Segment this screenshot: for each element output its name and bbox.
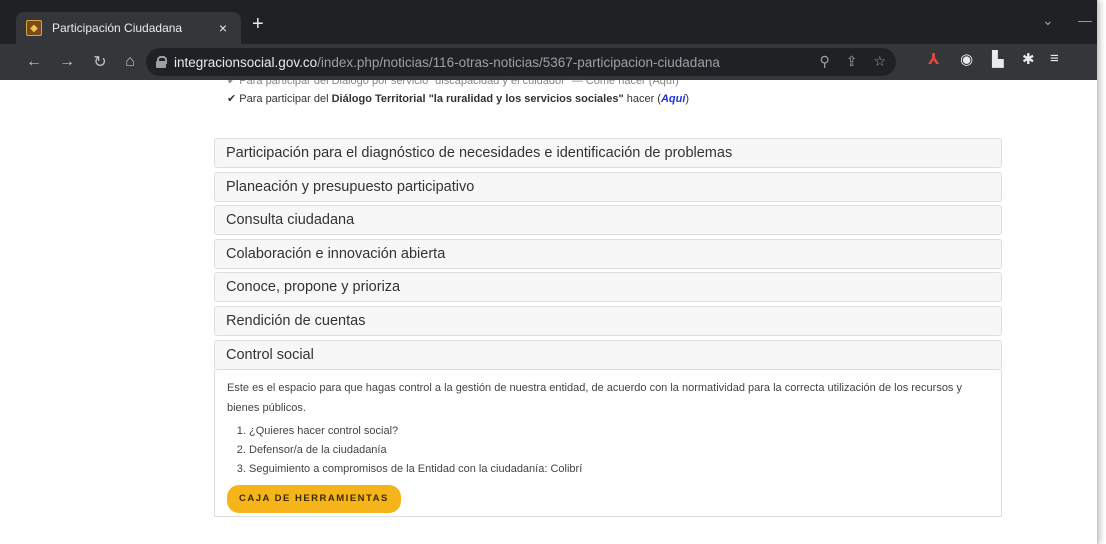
- accordion-panel-control-social: Este es el espacio para que hagas contro…: [214, 369, 1002, 517]
- page-content: ✔ Para participar del Diálogo por servic…: [0, 75, 1097, 544]
- accordion-item-diagnostico[interactable]: Participación para el diagnóstico de nec…: [214, 138, 1002, 168]
- list-item[interactable]: Seguimiento a compromisos de la Entidad …: [249, 460, 989, 479]
- accordion-item-colaboracion[interactable]: Colaboración e innovación abierta: [214, 238, 1002, 269]
- accordion-item-control-social[interactable]: Control social: [214, 339, 1002, 370]
- accordion-item-consulta[interactable]: Consulta ciudadana: [214, 205, 1002, 236]
- extension-bag-icon[interactable]: ▙: [992, 50, 1004, 68]
- caja-herramientas-button[interactable]: CAJA DE HERRAMIENTAS: [227, 484, 401, 513]
- home-icon[interactable]: ⌂: [118, 53, 142, 71]
- control-social-description: Este es el espacio para que hagas contro…: [227, 381, 962, 414]
- line2-mid: hacer (: [623, 93, 661, 105]
- site-favicon-icon: ◆: [26, 20, 42, 36]
- browser-window: ◆ Participación Ciudadana × + ⌄ — ← → ↻ …: [0, 0, 1098, 544]
- line2-bold: Diálogo Territorial "la ruralidad y los …: [331, 93, 624, 105]
- url-host: integracionsocial.gov.co: [174, 54, 318, 70]
- participation-line-territorial: ✔ Para participar del Diálogo Territoria…: [227, 92, 689, 105]
- new-tab-icon[interactable]: +: [252, 14, 264, 34]
- extensions-puzzle-icon[interactable]: ✱: [1022, 50, 1035, 68]
- list-item[interactable]: ¿Quieres hacer control social?: [249, 422, 989, 441]
- lock-icon[interactable]: [156, 56, 167, 68]
- back-icon[interactable]: ←: [22, 53, 46, 71]
- tab-strip: ◆ Participación Ciudadana × + ⌄ —: [0, 0, 1097, 44]
- tab-title: Participación Ciudadana: [52, 21, 183, 35]
- list-item[interactable]: Defensor/a de la ciudadanía: [249, 441, 989, 460]
- line2-prefix: ✔ Para participar del: [227, 93, 332, 105]
- forward-icon[interactable]: →: [55, 53, 79, 71]
- pdf-extension-icon[interactable]: ⅄: [928, 50, 939, 68]
- accordion-item-rendicion[interactable]: Rendición de cuentas: [214, 305, 1002, 336]
- share-icon[interactable]: ⇪: [846, 53, 858, 70]
- zoom-icon[interactable]: ⚲: [819, 53, 829, 70]
- accordion: Participación para el diagnóstico de nec…: [214, 138, 1002, 517]
- tab-participacion[interactable]: ◆ Participación Ciudadana ×: [16, 12, 241, 44]
- minimize-icon[interactable]: —: [1078, 12, 1092, 28]
- bookmark-star-icon[interactable]: ☆: [873, 53, 886, 70]
- line2-suffix: ): [685, 93, 690, 105]
- omnibox-icons: ⚲ ⇪ ☆: [819, 53, 886, 70]
- aqui-link[interactable]: Aquí: [661, 93, 685, 105]
- control-social-list: ¿Quieres hacer control social? Defensor/…: [227, 422, 989, 479]
- address-bar[interactable]: integracionsocial.gov.co/index.php/notic…: [146, 48, 896, 76]
- url-path: /index.php/noticias/116-otras-noticias/5…: [317, 54, 720, 70]
- extension-circle-icon[interactable]: ◉: [960, 50, 973, 68]
- accordion-item-planeacion[interactable]: Planeación y presupuesto participativo: [214, 171, 1002, 202]
- accordion-item-conoce[interactable]: Conoce, propone y prioriza: [214, 272, 1002, 303]
- tab-search-icon[interactable]: ⌄: [1042, 12, 1054, 29]
- reading-list-icon[interactable]: ≡: [1050, 50, 1059, 67]
- participation-line-partial: ✔ Para participar del Diálogo por servic…: [227, 75, 679, 87]
- close-tab-icon[interactable]: ×: [215, 20, 231, 36]
- reload-icon[interactable]: ↻: [88, 52, 112, 72]
- url-text[interactable]: integracionsocial.gov.co/index.php/notic…: [174, 55, 720, 70]
